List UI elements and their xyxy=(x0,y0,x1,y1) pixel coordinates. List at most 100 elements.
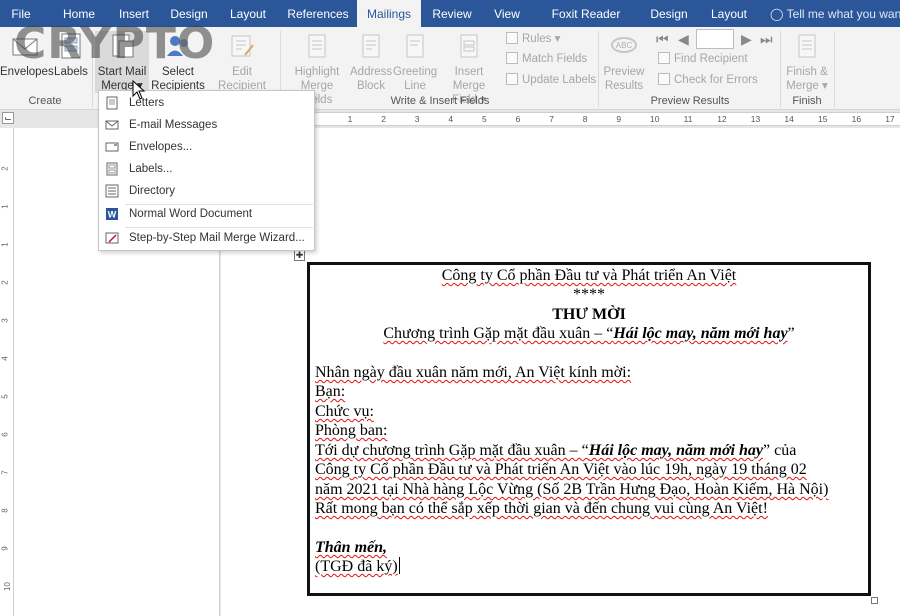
word-icon: W xyxy=(106,208,118,220)
invitation-table[interactable]: Công ty Cổ phần Đầu tư và Phát triển An … xyxy=(307,262,871,596)
ruler-number: 11 xyxy=(683,114,693,124)
group-separator xyxy=(92,31,93,107)
tab-review[interactable]: Review xyxy=(428,0,476,27)
group-separator xyxy=(598,31,599,107)
ruler-number: 3 xyxy=(414,114,420,124)
greeting-line-icon xyxy=(406,34,424,58)
vertical-ruler[interactable]: 211234567891011 xyxy=(0,128,14,616)
tab-selector[interactable]: ⌙ xyxy=(2,112,14,124)
tab-file[interactable]: File xyxy=(0,0,42,27)
ruler-number: 1 xyxy=(0,204,10,209)
group-label-preview-results: Preview Results xyxy=(650,95,730,107)
find-recipient-button[interactable]: Find Recipient xyxy=(658,52,748,65)
body-line-4: Rất mong bạn có thể sắp xếp thời gian và… xyxy=(315,500,768,517)
insert-field-icon xyxy=(460,34,478,58)
update-labels-button[interactable]: Update Labels xyxy=(506,73,596,86)
tab-mailings[interactable]: Mailings xyxy=(357,0,421,27)
menu-item-mail-merge-wizard[interactable]: Step-by-Step Mail Merge Wizard... xyxy=(99,228,314,249)
table-move-handle-icon[interactable]: ✚ xyxy=(294,250,305,261)
tab-table-design[interactable]: Design xyxy=(644,0,694,27)
tab-insert[interactable]: Insert xyxy=(112,0,156,27)
ruler-number: 16 xyxy=(851,114,862,124)
mouse-pointer-icon xyxy=(132,80,146,100)
ruler-number: 13 xyxy=(750,114,761,124)
check-for-errors-button[interactable]: Check for Errors xyxy=(658,73,758,86)
record-number-input[interactable] xyxy=(696,29,734,49)
start-mail-merge-menu: Letters E-mail Messages Envelopes... Lab… xyxy=(98,90,315,251)
body-line-3: năm 2021 tại Nhà hàng Lộc Vừng (Số 2B Tr… xyxy=(315,481,829,498)
group-separator xyxy=(834,31,835,107)
tab-foxit-reader-pdf[interactable]: Foxit Reader PDF xyxy=(538,0,634,49)
closing-line: Thân mến, xyxy=(315,539,388,556)
labels-button[interactable]: Labels xyxy=(52,31,90,79)
svg-text:W: W xyxy=(108,210,117,220)
ruler-number: 15 xyxy=(818,114,828,124)
tab-view[interactable]: View xyxy=(486,0,528,27)
ruler-number: 7 xyxy=(549,114,554,124)
finish-merge-button[interactable]: Finish & Merge ▾ xyxy=(782,31,832,93)
ruler-number: 6 xyxy=(515,114,521,124)
rules-button[interactable]: Rules ▾ xyxy=(506,31,560,45)
last-record-icon[interactable]: ⏭ xyxy=(760,31,773,48)
ribbon-tab-bar: File Home Insert Design Layout Reference… xyxy=(0,0,900,49)
match-fields-button[interactable]: Match Fields xyxy=(506,52,587,65)
preview-abc-icon: ABC xyxy=(611,37,637,53)
edit-list-icon xyxy=(231,35,254,57)
email-icon xyxy=(105,120,119,130)
chevron-down-icon: ▾ xyxy=(818,80,828,92)
group-label-finish: Finish xyxy=(792,95,822,107)
menu-item-normal-word-document[interactable]: W Normal Word Document xyxy=(99,204,314,225)
highlight-fields-icon xyxy=(308,34,326,58)
table-resize-handle[interactable] xyxy=(871,597,878,604)
tell-me-box[interactable]: ◯ Tell me what you want to do xyxy=(770,0,900,27)
menu-item-directory[interactable]: Directory xyxy=(99,181,314,202)
wizard-icon xyxy=(105,232,119,244)
preview-results-button[interactable]: ABC Preview Results xyxy=(602,31,646,93)
previous-record-icon[interactable]: ◀ xyxy=(678,31,689,48)
tell-me-text: Tell me what you want to do xyxy=(786,7,900,21)
rules-icon xyxy=(506,32,518,44)
ruler-number: 9 xyxy=(0,546,10,551)
mail-merge-doc-icon xyxy=(112,34,134,58)
invitation-title: THƯ MỜI xyxy=(552,306,626,323)
match-fields-icon xyxy=(506,52,518,64)
menu-item-labels[interactable]: Labels... xyxy=(99,159,314,180)
tab-home[interactable]: Home xyxy=(56,0,102,27)
ruler-number: 2 xyxy=(381,114,386,124)
field-ban: Bạn: xyxy=(315,383,346,400)
tab-references[interactable]: References xyxy=(282,0,354,27)
envelope-icon xyxy=(12,38,38,56)
ruler-track xyxy=(220,112,900,126)
envelope-icon xyxy=(105,142,119,152)
field-phong-ban: Phòng ban: xyxy=(315,422,388,439)
ruler-number: 2 xyxy=(0,166,10,171)
tab-layout[interactable]: Layout xyxy=(224,0,272,27)
menu-item-email-messages[interactable]: E-mail Messages xyxy=(99,115,314,136)
field-chuc-vu: Chức vụ: xyxy=(315,403,374,420)
program-line: Chương trình Gặp mặt đầu xuân – “Hái lộc… xyxy=(383,325,795,342)
svg-text:ABC: ABC xyxy=(616,41,633,50)
address-block-button[interactable]: Address Block xyxy=(350,31,392,93)
ruler-number: 2 xyxy=(0,280,10,285)
ruler-number: 8 xyxy=(582,114,588,124)
menu-item-envelopes[interactable]: Envelopes... xyxy=(99,137,314,158)
tab-table-layout[interactable]: Layout xyxy=(704,0,754,27)
ruler-number: 10 xyxy=(2,582,12,591)
envelopes-button[interactable]: Envelopes xyxy=(0,31,54,79)
signature-line: (TGĐ đã ký) xyxy=(315,557,400,575)
labels-icon xyxy=(106,162,118,176)
recipients-icon xyxy=(167,36,188,56)
finish-merge-icon xyxy=(798,34,816,58)
chevron-down-icon: ▾ xyxy=(551,33,561,45)
company-line: Công ty Cổ phần Đầu tư và Phát triển An … xyxy=(441,267,737,284)
ruler-number: 5 xyxy=(0,394,10,399)
greeting-line-button[interactable]: Greeting Line xyxy=(393,31,437,93)
next-record-icon[interactable]: ▶ xyxy=(741,31,752,48)
ruler-number: 17 xyxy=(885,114,895,124)
ruler-number: 14 xyxy=(784,114,794,124)
ruler-number: 1 xyxy=(347,114,353,124)
letter-icon xyxy=(106,96,118,110)
tab-design[interactable]: Design xyxy=(166,0,212,27)
first-record-icon[interactable]: ⏮ xyxy=(656,31,669,48)
labels-icon xyxy=(61,33,81,59)
